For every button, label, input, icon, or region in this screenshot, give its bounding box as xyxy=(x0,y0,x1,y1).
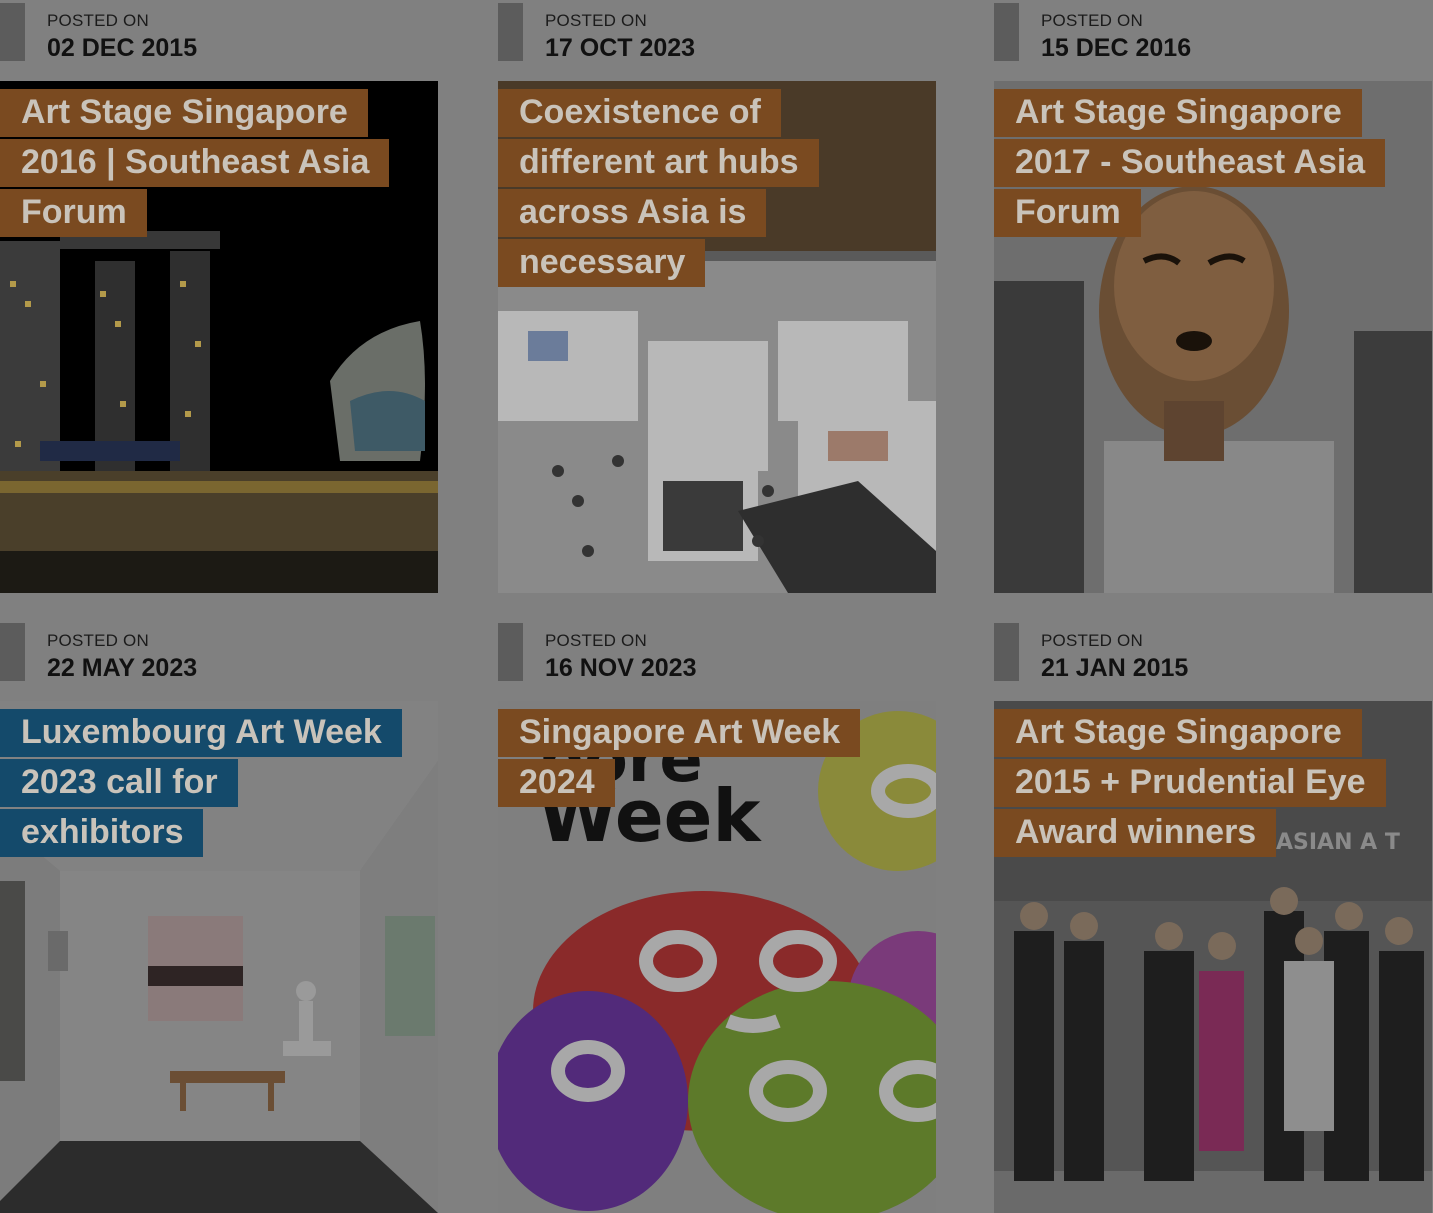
post-thumbnail-link[interactable]: Art Stage Singapore 2016 | Southeast Asi… xyxy=(0,81,438,593)
post-date: 21 JAN 2015 xyxy=(1041,654,1189,682)
post-title[interactable]: Art Stage Singapore 2016 | Southeast Asi… xyxy=(0,89,390,237)
posted-on-label: POSTED ON xyxy=(1041,631,1143,650)
post-date-block: POSTED ON 17 OCT 2023 xyxy=(498,0,936,81)
posted-on-label: POSTED ON xyxy=(545,631,647,650)
post-thumbnail-link[interactable]: Coexistence of different art hubs across… xyxy=(498,81,936,593)
post-date-block: POSTED ON 02 DEC 2015 xyxy=(0,0,438,81)
post-date-block: POSTED ON 21 JAN 2015 xyxy=(994,620,1432,701)
post-date: 15 DEC 2016 xyxy=(1041,34,1192,62)
post-date-block: POSTED ON 22 MAY 2023 xyxy=(0,620,438,701)
post-card[interactable]: POSTED ON 16 NOV 2023 pore Week Singapor… xyxy=(498,620,936,1213)
posted-on-label: POSTED ON xyxy=(545,11,647,30)
date-accent-bar xyxy=(994,3,1019,61)
post-thumbnail-link[interactable]: Luxembourg Art Week 2023 call for exhibi… xyxy=(0,701,438,1213)
post-card[interactable]: POSTED ON 15 DEC 2016 Art Stage Singapor… xyxy=(994,0,1432,593)
post-card[interactable]: POSTED ON 02 DEC 2015 Art Stage Singapor… xyxy=(0,0,438,593)
post-date: 22 MAY 2023 xyxy=(47,654,198,682)
post-title[interactable]: Luxembourg Art Week 2023 call for exhibi… xyxy=(0,709,402,857)
post-card[interactable]: POSTED ON 22 MAY 2023 Luxembourg Art Wee… xyxy=(0,620,438,1213)
date-accent-bar xyxy=(0,623,25,681)
date-accent-bar xyxy=(994,623,1019,681)
post-title[interactable]: Art Stage Singapore 2015 + Prudential Ey… xyxy=(994,709,1386,857)
post-title[interactable]: Coexistence of different art hubs across… xyxy=(498,89,819,287)
post-thumbnail-link[interactable]: pore Week Singapore Art Week 2024 xyxy=(498,701,936,1213)
post-date: 02 DEC 2015 xyxy=(47,34,198,62)
post-thumbnail-link[interactable]: Art Stage Singapore 2017 - Southeast Asi… xyxy=(994,81,1432,593)
post-card[interactable]: POSTED ON 17 OCT 2023 Coexistence of dif… xyxy=(498,0,936,593)
date-accent-bar xyxy=(498,3,523,61)
post-date-block: POSTED ON 15 DEC 2016 xyxy=(994,0,1432,81)
posted-on-label: POSTED ON xyxy=(47,11,149,30)
post-date: 16 NOV 2023 xyxy=(545,654,697,682)
post-date: 17 OCT 2023 xyxy=(545,34,696,62)
date-accent-bar xyxy=(498,623,523,681)
post-title[interactable]: Singapore Art Week 2024 xyxy=(498,709,861,807)
post-date-block: POSTED ON 16 NOV 2023 xyxy=(498,620,936,701)
post-title[interactable]: Art Stage Singapore 2017 - Southeast Asi… xyxy=(994,89,1386,237)
post-thumbnail-link[interactable]: ASIAN A T Art Stage Singapore 2015 + Pru… xyxy=(994,701,1432,1213)
posted-on-label: POSTED ON xyxy=(1041,11,1143,30)
posted-on-label: POSTED ON xyxy=(47,631,149,650)
post-card[interactable]: POSTED ON 21 JAN 2015 ASIAN A T Art Stag… xyxy=(994,620,1432,1213)
date-accent-bar xyxy=(0,3,25,61)
